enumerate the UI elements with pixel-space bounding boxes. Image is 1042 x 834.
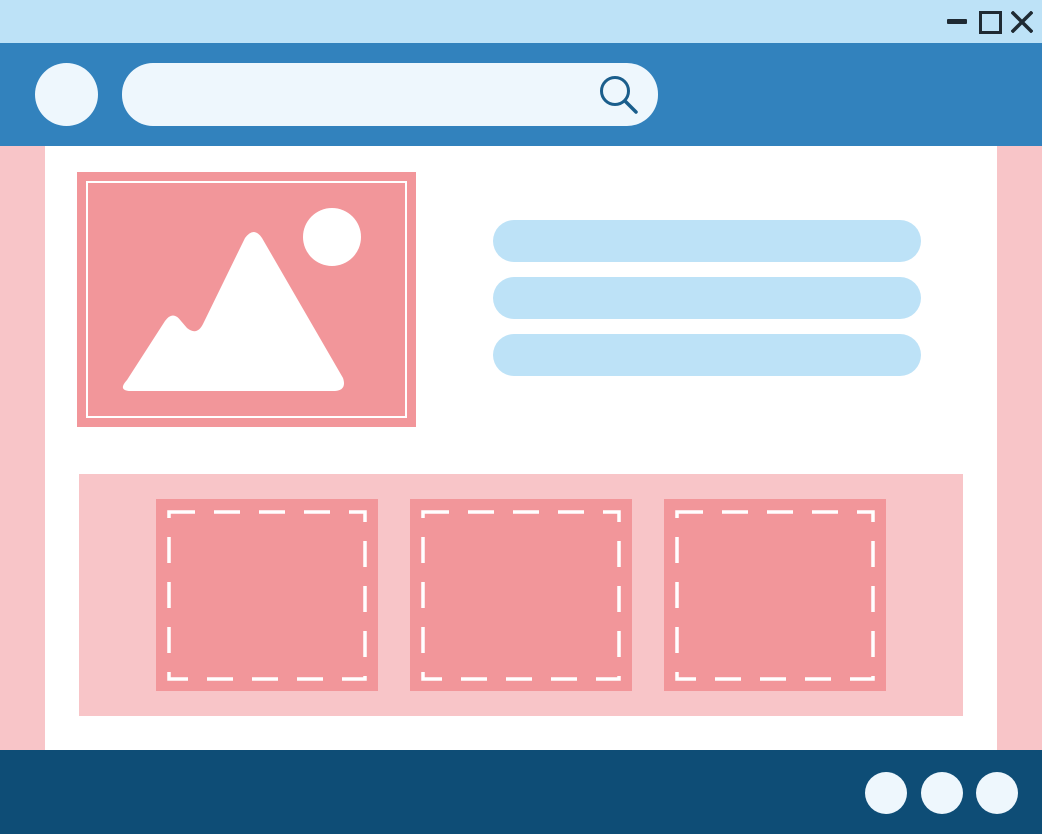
top-navbar — [0, 43, 1042, 146]
search-input[interactable] — [146, 63, 586, 126]
dashed-placeholder-icon — [167, 510, 367, 681]
text-line-placeholder — [493, 277, 921, 319]
image-placeholder-icon — [77, 172, 416, 427]
footer-dot-button[interactable] — [921, 772, 963, 814]
main-content — [45, 146, 997, 750]
maximize-icon[interactable] — [976, 8, 1004, 34]
minimize-icon[interactable] — [944, 8, 970, 34]
footer-dot-button[interactable] — [865, 772, 907, 814]
left-side-rail — [0, 146, 45, 750]
text-line-placeholder — [493, 220, 921, 262]
dashed-placeholder-icon — [421, 510, 621, 681]
text-line-placeholder — [493, 334, 921, 376]
gallery-tile[interactable] — [410, 499, 632, 691]
dashed-placeholder-icon — [675, 510, 875, 681]
footer-bar — [0, 750, 1042, 834]
gallery-tile[interactable] — [156, 499, 378, 691]
search-icon[interactable] — [594, 71, 644, 119]
sun-icon — [303, 208, 361, 266]
search-bar — [122, 63, 658, 126]
footer-dot-button[interactable] — [976, 772, 1018, 814]
gallery-panel — [79, 474, 963, 716]
close-icon[interactable] — [1008, 8, 1036, 34]
gallery-tile[interactable] — [664, 499, 886, 691]
window-titlebar — [0, 0, 1042, 43]
avatar[interactable] — [35, 63, 98, 126]
right-side-rail — [997, 146, 1042, 750]
